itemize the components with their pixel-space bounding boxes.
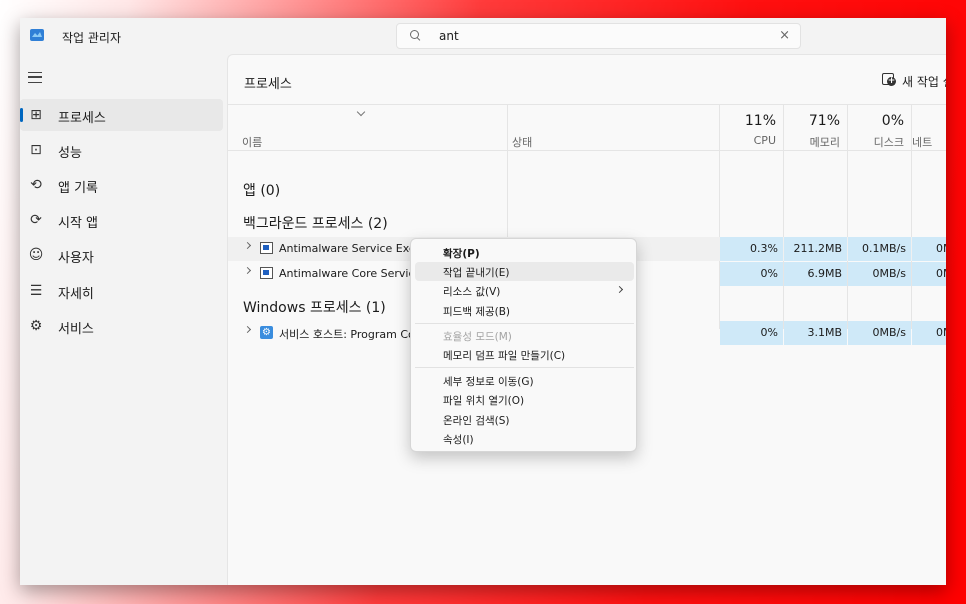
title-bar: 작업 관리자 × [20,18,946,54]
menu-item-label: 효율성 모드(M) [443,331,512,343]
menu-item-label: 작업 끝내기(E) [443,267,510,279]
network-cell: 0M [912,262,946,286]
group-header-apps: 앱 (0) [243,183,281,199]
details-icon: ☰ [29,283,43,299]
expand-chevron-icon[interactable] [243,241,252,250]
menu-item-expand[interactable]: 확장(P) [415,243,634,262]
new-task-button[interactable]: 새 작업 실 [880,71,946,91]
task-manager-app-icon [30,29,44,41]
search-box[interactable]: × [396,23,801,49]
menu-item-label: 온라인 검색(S) [443,415,510,427]
menu-item-label: 파일 위치 열기(O) [443,395,525,407]
column-header-disk[interactable]: 디스크 [848,134,904,150]
service-host-gear-icon: ⚙ [260,326,273,339]
grid-divider [228,104,946,105]
new-task-icon [882,73,896,86]
window-title: 작업 관리자 [62,31,122,45]
sidebar-item-startup-apps[interactable]: ⟳ 시작 앱 [20,204,223,236]
disk-cell: 0MB/s [848,262,911,286]
menu-item-label: 확장(P) [443,248,480,260]
menu-item-resource-values[interactable]: 리소스 값(V) [415,281,634,300]
column-header-status[interactable]: 상태 [512,134,532,150]
grid-divider [228,150,946,151]
menu-item-go-to-details[interactable]: 세부 정보로 이동(G) [415,371,634,390]
expand-chevron-icon[interactable] [243,325,252,334]
disk-cell: 0.1MB/s [848,237,911,261]
group-header-background: 백그라운드 프로세스 (2) [243,216,388,232]
sidebar-item-label: 프로세스 [58,111,106,126]
column-header-memory[interactable]: 메모리 [784,134,840,150]
menu-item-label: 피드백 제공(B) [443,306,511,318]
processes-icon: ⊞ [30,107,42,123]
menu-item-label: 세부 정보로 이동(G) [443,376,534,388]
menu-item-label: 메모리 덤프 파일 만들기(C) [443,350,566,362]
sidebar-item-label: 성능 [58,146,82,161]
sidebar-item-details[interactable]: ☰ 자세히 [20,275,223,307]
column-header-name[interactable]: 이름 [242,134,262,150]
menu-item-search-online[interactable]: 온라인 검색(S) [415,410,634,429]
process-name: Antimalware Core Service [279,267,422,280]
sidebar-item-label: 서비스 [58,322,94,337]
sort-chevron-down-icon[interactable] [356,107,366,117]
menu-item-open-file-location[interactable]: 파일 위치 열기(O) [415,390,634,409]
sidebar-item-label: 자세히 [58,287,94,302]
network-cell: 0M [912,237,946,261]
services-icon: ⚙ [29,318,43,334]
disk-cell: 0MB/s [848,321,911,345]
memory-cell: 211.2MB [784,237,847,261]
hamburger-menu-icon[interactable] [28,72,42,83]
process-window-icon [260,267,273,279]
search-icon [410,30,422,42]
menu-item-feedback[interactable]: 피드백 제공(B) [415,301,634,320]
page-title: 프로세스 [244,77,292,92]
app-history-icon: ⟲ [30,177,42,193]
column-header-cpu-percent[interactable]: 11% [720,113,776,129]
new-task-label: 새 작업 실 [902,75,946,89]
startup-apps-icon: ⟳ [30,212,42,228]
sidebar-item-label: 앱 기록 [58,181,99,196]
cpu-cell: 0.3% [720,237,783,261]
cpu-cell: 0% [720,262,783,286]
sidebar-item-services[interactable]: ⚙ 서비스 [20,310,223,342]
menu-item-efficiency-mode: 효율성 모드(M) [415,326,634,345]
column-header-network[interactable]: 네트 [912,134,946,150]
sidebar-item-processes[interactable]: ⊞ 프로세스 [20,99,223,131]
sidebar: ⊞ 프로세스 ⊡ 성능 ⟲ 앱 기록 ⟳ 시작 앱 ☺ 사용자 ☰ 자세히 ⚙ … [20,54,227,585]
column-header-disk-percent[interactable]: 0% [848,113,904,129]
performance-icon: ⊡ [30,142,42,158]
network-cell: 0M [912,321,946,345]
menu-item-label: 속성(I) [443,434,474,446]
sidebar-item-performance[interactable]: ⊡ 성능 [20,134,223,166]
column-header-memory-percent[interactable]: 71% [784,113,840,129]
users-icon: ☺ [28,247,44,263]
menu-item-properties[interactable]: 속성(I) [415,429,634,448]
menu-separator [415,323,634,324]
clear-search-icon[interactable]: × [779,28,790,43]
sidebar-item-label: 사용자 [58,251,94,266]
sidebar-item-label: 시작 앱 [58,216,99,231]
group-header-windows: Windows 프로세스 (1) [243,300,386,316]
process-name: 서비스 호스트: Program Co [279,328,415,341]
column-header-cpu[interactable]: CPU [720,134,776,147]
context-menu: 확장(P) 작업 끝내기(E) 리소스 값(V) 피드백 제공(B) 효율성 모… [410,238,637,452]
sidebar-item-users[interactable]: ☺ 사용자 [20,239,223,271]
search-input[interactable] [439,28,759,44]
menu-item-end-task[interactable]: 작업 끝내기(E) [415,262,634,281]
menu-item-label: 리소스 값(V) [443,286,501,298]
chevron-right-icon [615,285,624,294]
memory-cell: 6.9MB [784,262,847,286]
sidebar-item-app-history[interactable]: ⟲ 앱 기록 [20,169,223,201]
expand-chevron-icon[interactable] [243,266,252,275]
process-window-icon [260,242,273,254]
memory-cell: 3.1MB [784,321,847,345]
menu-separator [415,367,634,368]
menu-item-create-dump[interactable]: 메모리 덤프 파일 만들기(C) [415,345,634,364]
cpu-cell: 0% [720,321,783,345]
